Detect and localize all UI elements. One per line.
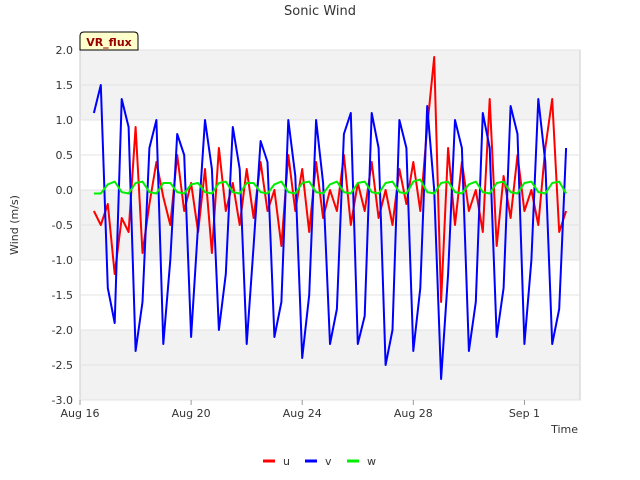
y-axis-label: Wind (m/s) bbox=[8, 195, 21, 255]
legend-label-w: w bbox=[367, 455, 376, 468]
legend: u v w bbox=[263, 455, 376, 468]
y-tick-label: 1.0 bbox=[56, 114, 74, 127]
y-tick-label: 0.5 bbox=[56, 149, 74, 162]
y-tick-label: -1.0 bbox=[52, 254, 73, 267]
x-tick-label: Aug 24 bbox=[283, 407, 322, 420]
x-tick-label: Aug 20 bbox=[172, 407, 211, 420]
legend-label-u: u bbox=[283, 455, 290, 468]
x-tick-label: Aug 16 bbox=[61, 407, 100, 420]
sonic-wind-chart: Sonic Wind -3.0 -2.5 -2.0 -1.5 -1.0 -0.5 0.0 0.… bbox=[8, 4, 581, 468]
chart-title: Sonic Wind bbox=[284, 4, 356, 19]
y-tick-label: 1.5 bbox=[56, 79, 74, 92]
badge-label: VR_flux bbox=[86, 36, 132, 49]
vr-flux-badge: VR_flux bbox=[79, 31, 139, 51]
y-tick-label: -1.5 bbox=[52, 289, 73, 302]
y-tick-label: -2.0 bbox=[52, 324, 73, 337]
legend-label-v: v bbox=[325, 455, 332, 468]
x-tick-label: Aug 28 bbox=[394, 407, 433, 420]
y-tick-label: -2.5 bbox=[52, 359, 73, 372]
y-tick-label: -3.0 bbox=[52, 394, 73, 407]
y-tick-label: 0.0 bbox=[56, 184, 74, 197]
y-tick-label: 2.0 bbox=[56, 44, 74, 57]
x-axis-ticks: Aug 16 Aug 20 Aug 24 Aug 28 Sep 1 bbox=[61, 400, 540, 420]
x-axis-label: Time bbox=[550, 423, 578, 436]
x-tick-label: Sep 1 bbox=[509, 407, 540, 420]
y-tick-label: -0.5 bbox=[52, 219, 73, 232]
